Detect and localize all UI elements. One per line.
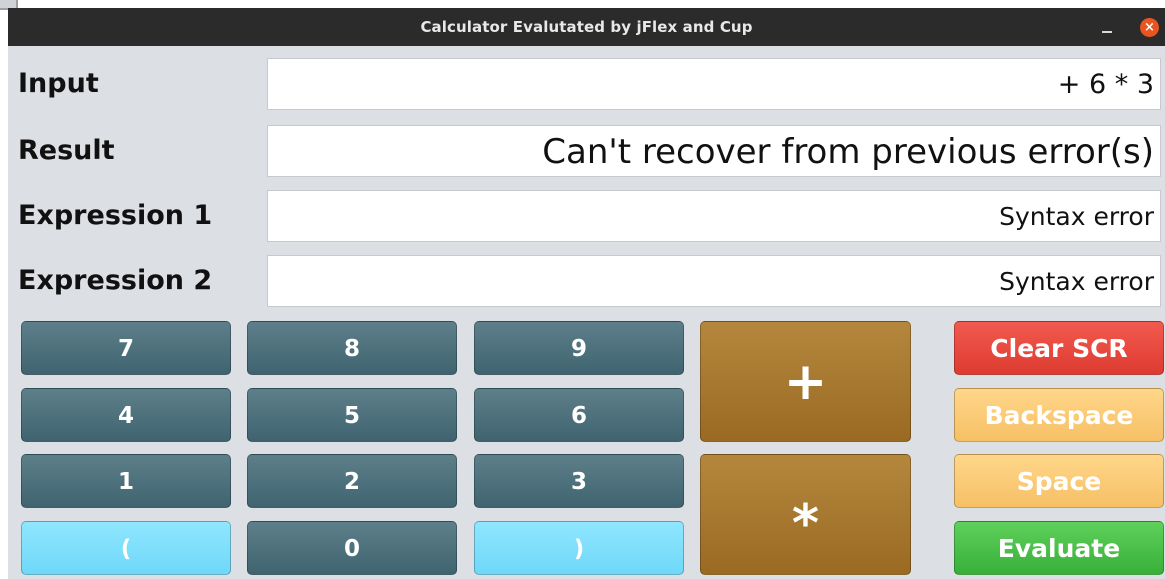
input-field[interactable]: + 6 * 3 <box>267 58 1161 110</box>
evaluate-button[interactable]: Evaluate <box>954 521 1164 575</box>
expression2-label: Expression 2 <box>18 265 213 296</box>
key-7[interactable]: 7 <box>21 321 231 375</box>
multiply-button[interactable]: * <box>700 454 911 575</box>
expression2-field[interactable]: Syntax error <box>267 255 1161 307</box>
expression1-label: Expression 1 <box>18 200 213 231</box>
key-1[interactable]: 1 <box>21 454 231 508</box>
key-2[interactable]: 2 <box>247 454 457 508</box>
key-4[interactable]: 4 <box>21 388 231 442</box>
input-label: Input <box>18 68 99 99</box>
close-icon[interactable]: × <box>1140 18 1159 37</box>
minimize-icon[interactable] <box>1102 31 1112 33</box>
key-3[interactable]: 3 <box>474 454 684 508</box>
key-5[interactable]: 5 <box>247 388 457 442</box>
title-bar[interactable]: Calculator Evalutated by jFlex and Cup × <box>8 8 1165 46</box>
result-label: Result <box>18 135 115 166</box>
key-8[interactable]: 8 <box>247 321 457 375</box>
key-0[interactable]: 0 <box>247 521 457 575</box>
calculator-window: Calculator Evalutated by jFlex and Cup ×… <box>8 8 1165 579</box>
key-close-paren[interactable]: ) <box>474 521 684 575</box>
space-button[interactable]: Space <box>954 454 1164 508</box>
key-6[interactable]: 6 <box>474 388 684 442</box>
key-open-paren[interactable]: ( <box>21 521 231 575</box>
result-field[interactable]: Can't recover from previous error(s) <box>267 125 1161 177</box>
clear-screen-button[interactable]: Clear SCR <box>954 321 1164 375</box>
multiply-label: * <box>791 494 820 554</box>
window-title: Calculator Evalutated by jFlex and Cup <box>420 18 753 36</box>
plus-button[interactable]: + <box>700 321 911 442</box>
key-9[interactable]: 9 <box>474 321 684 375</box>
backspace-button[interactable]: Backspace <box>954 388 1164 442</box>
expression1-field[interactable]: Syntax error <box>267 190 1161 242</box>
